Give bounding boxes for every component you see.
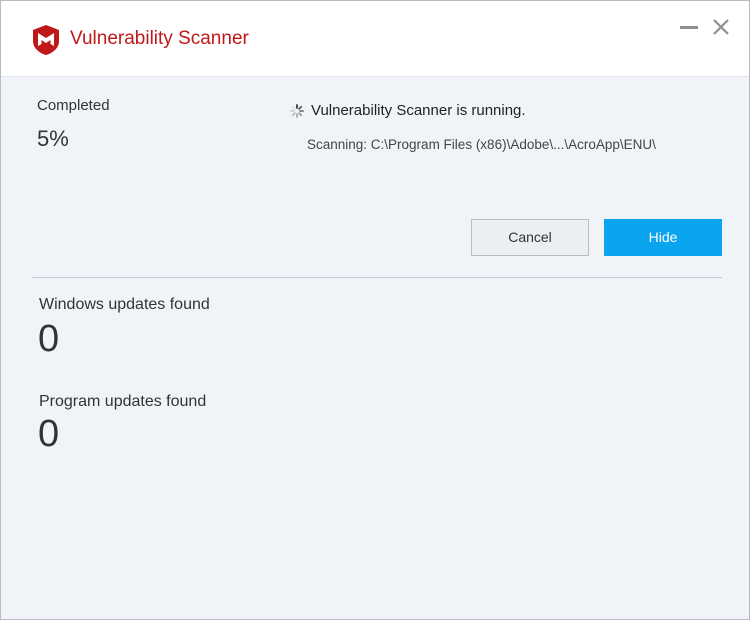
program-updates-label: Program updates found	[39, 393, 207, 410]
completed-label: Completed	[37, 97, 110, 114]
close-button[interactable]	[707, 13, 735, 41]
scanning-path: Scanning: C:\Program Files (x86)\Adobe\.…	[307, 137, 656, 152]
minimize-icon	[680, 26, 698, 29]
completed-percent: 5%	[37, 126, 69, 151]
spinner-icon	[290, 104, 304, 118]
title-bar: Vulnerability Scanner	[1, 1, 749, 77]
section-divider	[32, 277, 722, 278]
vulnerability-scanner-window: Vulnerability Scanner Completed 5% Vulne…	[0, 0, 750, 620]
program-updates-count: 0	[38, 413, 60, 455]
cancel-button[interactable]: Cancel	[471, 219, 589, 256]
windows-updates-label: Windows updates found	[39, 296, 210, 313]
minimize-button[interactable]	[675, 13, 703, 41]
close-icon	[713, 19, 729, 35]
app-title: Vulnerability Scanner	[70, 28, 249, 49]
scanner-status-text: Vulnerability Scanner is running.	[311, 102, 526, 119]
mcafee-shield-logo-icon	[33, 25, 59, 55]
hide-button[interactable]: Hide	[604, 219, 722, 256]
windows-updates-count: 0	[38, 318, 60, 360]
